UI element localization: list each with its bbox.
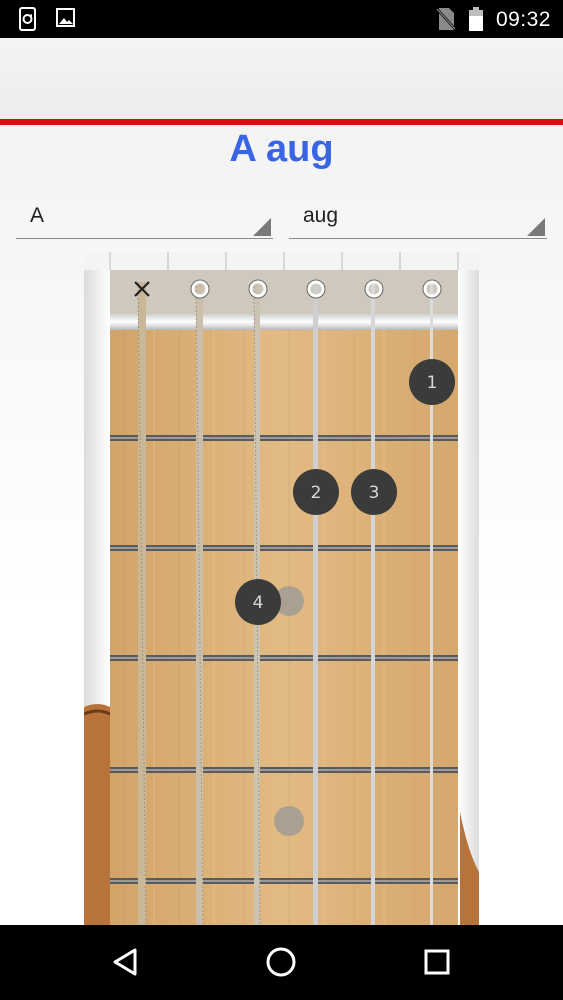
status-bar: 09:32 <box>0 0 563 38</box>
status-time: 09:32 <box>495 8 551 31</box>
svg-text:4: 4 <box>253 593 264 613</box>
finger-dot-2: 2 <box>293 469 339 515</box>
no-sim-icon <box>436 7 456 36</box>
string-4 <box>313 282 318 925</box>
recents-icon[interactable] <box>417 942 457 982</box>
finger-dot-3: 3 <box>351 469 397 515</box>
app-header <box>0 38 563 119</box>
app-screen: 09:32 A aug A aug 1 2 3 4 <box>0 0 563 1000</box>
inlay-dot-fret-5 <box>274 806 304 836</box>
sync-icon <box>18 7 40 36</box>
svg-text:1: 1 <box>427 373 438 393</box>
dropdown-arrow-icon <box>527 218 545 236</box>
svg-text:2: 2 <box>311 483 322 503</box>
home-icon[interactable] <box>261 942 301 982</box>
fretboard-diagram: 1 2 3 4 <box>84 252 479 925</box>
string-5 <box>371 282 375 925</box>
chord-title: A aug <box>229 128 334 170</box>
back-icon[interactable] <box>105 942 145 982</box>
finger-dot-1: 1 <box>409 359 455 405</box>
finger-dot-4: 4 <box>235 579 281 625</box>
svg-text:3: 3 <box>369 483 380 503</box>
root-note-value: A <box>30 204 45 227</box>
chord-type-select[interactable]: aug <box>289 196 547 239</box>
chord-type-value: aug <box>303 204 339 227</box>
battery-icon <box>469 7 483 36</box>
image-icon <box>56 7 76 34</box>
root-note-select[interactable]: A <box>16 196 273 239</box>
navigation-bar <box>0 925 563 1000</box>
dropdown-arrow-icon <box>253 218 271 236</box>
fretboard[interactable]: 1 2 3 4 <box>84 252 479 925</box>
